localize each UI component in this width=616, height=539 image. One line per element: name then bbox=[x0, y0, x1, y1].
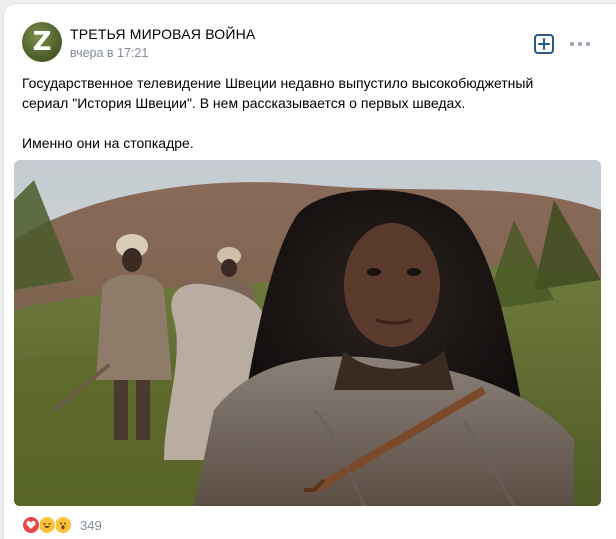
community-name[interactable]: ТРЕТЬЯ МИРОВАЯ ВОЙНА bbox=[70, 26, 255, 42]
reaction-icons bbox=[22, 516, 76, 534]
community-avatar[interactable]: Z bbox=[22, 22, 62, 62]
heart-icon bbox=[22, 516, 40, 534]
post-card: Z ТРЕТЬЯ МИРОВАЯ ВОЙНА вчера в 17:21 Гос… bbox=[4, 4, 616, 539]
more-options-button[interactable] bbox=[570, 38, 590, 50]
dot-icon bbox=[570, 42, 574, 46]
subscribe-button[interactable] bbox=[534, 34, 554, 54]
reactions-count: 349 bbox=[80, 517, 102, 533]
plus-icon bbox=[538, 38, 550, 50]
post-text-line: Именно они на стопкадре. bbox=[22, 135, 194, 151]
avatar-letter: Z bbox=[32, 27, 52, 57]
reactions-bar[interactable]: 349 bbox=[22, 516, 102, 534]
post-text-line: Государственное телевидение Швеции недав… bbox=[22, 75, 534, 91]
post-photo[interactable] bbox=[14, 160, 601, 506]
post-text: Государственное телевидение Швеции недав… bbox=[22, 73, 602, 153]
post-timestamp[interactable]: вчера в 17:21 bbox=[70, 46, 148, 60]
dot-icon bbox=[586, 42, 590, 46]
post-text-line: сериал "История Швеции". В нем рассказыв… bbox=[22, 95, 466, 111]
laughing-face-icon bbox=[38, 516, 56, 534]
surprised-face-icon bbox=[54, 516, 72, 534]
still-frame-image bbox=[14, 160, 601, 506]
dot-icon bbox=[578, 42, 582, 46]
